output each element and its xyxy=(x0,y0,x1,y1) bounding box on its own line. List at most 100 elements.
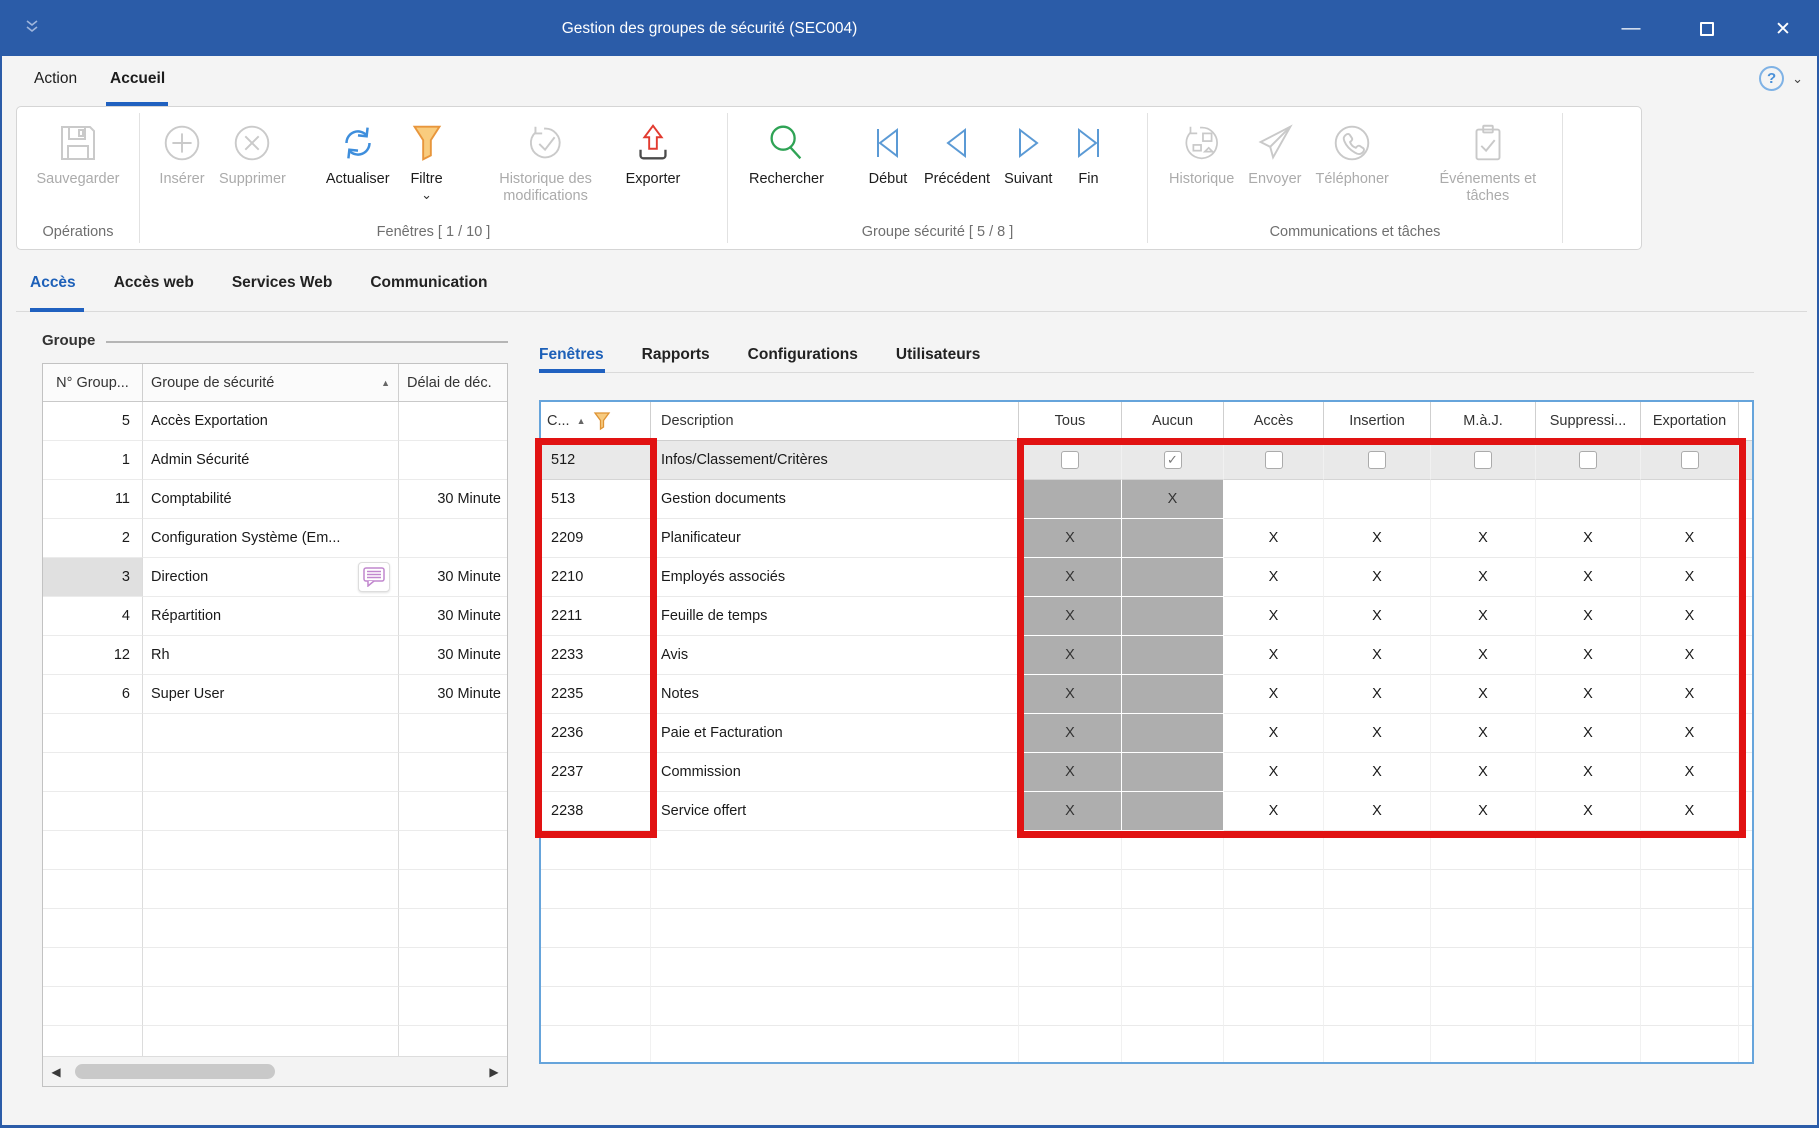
group-delay-cell[interactable] xyxy=(399,402,508,441)
permission-cell-maj[interactable] xyxy=(1431,441,1536,480)
first-record-button[interactable]: Début xyxy=(859,113,917,190)
scroll-right-arrow-icon[interactable]: ▶ xyxy=(481,1065,507,1079)
permission-cell-aucun[interactable]: X xyxy=(1122,480,1224,519)
permission-cell-maj[interactable]: X xyxy=(1431,519,1536,558)
window-description-cell[interactable]: Paie et Facturation xyxy=(651,714,1019,753)
column-header-acces[interactable]: Accès xyxy=(1224,402,1324,440)
permission-cell-exportation[interactable]: X xyxy=(1641,753,1739,792)
window-code-cell[interactable]: 2210 xyxy=(541,558,651,597)
previous-record-button[interactable]: Précédent xyxy=(917,113,997,190)
permission-cell-exportation[interactable] xyxy=(1641,480,1739,519)
permission-cell-exportation[interactable]: X xyxy=(1641,636,1739,675)
permission-cell-acces[interactable]: X xyxy=(1224,714,1324,753)
permission-cell-suppression[interactable]: X xyxy=(1536,558,1641,597)
permission-cell-suppression[interactable]: X xyxy=(1536,792,1641,831)
window-description-cell[interactable]: Gestion documents xyxy=(651,480,1019,519)
permission-cell-suppression[interactable]: X xyxy=(1536,714,1641,753)
permission-cell-tous[interactable] xyxy=(1019,441,1122,480)
group-name-cell[interactable]: Rh xyxy=(143,636,399,675)
permission-cell-tous[interactable]: X xyxy=(1019,519,1122,558)
permission-cell-suppression[interactable]: X xyxy=(1536,675,1641,714)
window-code-cell[interactable]: 2236 xyxy=(541,714,651,753)
permission-cell-maj[interactable]: X xyxy=(1431,714,1536,753)
column-header-group-name[interactable]: Groupe de sécurité ▲ xyxy=(143,364,399,401)
permission-cell-acces[interactable]: X xyxy=(1224,558,1324,597)
ribbon-collapse-chevron-icon[interactable]: ⌄ xyxy=(1792,71,1803,87)
scrollbar-thumb[interactable] xyxy=(75,1064,275,1079)
window-permission-row[interactable]: 2238Service offertXXXXXX xyxy=(541,792,1752,831)
checkbox-unchecked[interactable] xyxy=(1474,451,1492,469)
permission-cell-suppression[interactable]: X xyxy=(1536,753,1641,792)
group-name-cell[interactable]: Répartition xyxy=(143,597,399,636)
permission-cell-insertion[interactable]: X xyxy=(1324,558,1431,597)
help-icon[interactable]: ? xyxy=(1759,66,1784,91)
permission-cell-insertion[interactable]: X xyxy=(1324,519,1431,558)
permission-cell-maj[interactable]: X xyxy=(1431,558,1536,597)
group-delay-cell[interactable]: 30 Minute xyxy=(399,558,508,597)
group-name-cell[interactable]: Direction xyxy=(143,558,399,597)
permission-cell-suppression[interactable] xyxy=(1536,441,1641,480)
permission-cell-insertion[interactable]: X xyxy=(1324,714,1431,753)
search-button[interactable]: Rechercher xyxy=(742,113,831,190)
column-header-exportation[interactable]: Exportation xyxy=(1641,402,1739,440)
window-permission-row[interactable]: 2236Paie et FacturationXXXXXX xyxy=(541,714,1752,753)
window-code-cell[interactable]: 2233 xyxy=(541,636,651,675)
filter-dropdown-chevron-icon[interactable]: ⌄ xyxy=(421,190,432,200)
permission-cell-acces[interactable]: X xyxy=(1224,753,1324,792)
permission-cell-maj[interactable]: X xyxy=(1431,675,1536,714)
column-filter-icon[interactable] xyxy=(592,410,612,432)
column-header-aucun[interactable]: Aucun xyxy=(1122,402,1224,440)
permission-cell-aucun[interactable] xyxy=(1122,636,1224,675)
group-row[interactable]: 5Accès Exportation xyxy=(43,402,507,441)
permission-cell-insertion[interactable] xyxy=(1324,480,1431,519)
permission-cell-exportation[interactable]: X xyxy=(1641,519,1739,558)
scroll-left-arrow-icon[interactable]: ◀ xyxy=(43,1065,69,1079)
permission-cell-maj[interactable]: X xyxy=(1431,792,1536,831)
checkbox-unchecked[interactable] xyxy=(1681,451,1699,469)
window-permission-row[interactable]: 2235NotesXXXXXX xyxy=(541,675,1752,714)
group-name-cell[interactable]: Admin Sécurité xyxy=(143,441,399,480)
refresh-button[interactable]: Actualiser xyxy=(319,113,397,190)
permission-cell-maj[interactable] xyxy=(1431,480,1536,519)
permission-cell-aucun[interactable] xyxy=(1122,675,1224,714)
group-number-cell[interactable]: 3 xyxy=(43,558,143,597)
permission-cell-maj[interactable]: X xyxy=(1431,753,1536,792)
group-row[interactable]: 12Rh30 Minute xyxy=(43,636,507,675)
group-number-cell[interactable]: 1 xyxy=(43,441,143,480)
permission-cell-acces[interactable]: X xyxy=(1224,519,1324,558)
window-code-cell[interactable]: 513 xyxy=(541,480,651,519)
permission-cell-tous[interactable] xyxy=(1019,480,1122,519)
permission-cell-maj[interactable]: X xyxy=(1431,636,1536,675)
permission-cell-acces[interactable] xyxy=(1224,441,1324,480)
permission-cell-acces[interactable]: X xyxy=(1224,792,1324,831)
group-delay-cell[interactable]: 30 Minute xyxy=(399,480,508,519)
next-record-button[interactable]: Suivant xyxy=(997,113,1059,190)
permission-cell-aucun[interactable] xyxy=(1122,714,1224,753)
permission-cell-insertion[interactable]: X xyxy=(1324,792,1431,831)
permission-cell-insertion[interactable]: X xyxy=(1324,597,1431,636)
group-number-cell[interactable]: 4 xyxy=(43,597,143,636)
comment-icon[interactable] xyxy=(358,562,390,592)
permission-cell-tous[interactable]: X xyxy=(1019,792,1122,831)
group-row[interactable]: 3Direction30 Minute xyxy=(43,558,507,597)
group-name-cell[interactable]: Super User xyxy=(143,675,399,714)
column-header-delay[interactable]: Délai de déc. xyxy=(399,364,508,401)
group-row[interactable]: 11Comptabilité30 Minute xyxy=(43,480,507,519)
window-description-cell[interactable]: Feuille de temps xyxy=(651,597,1019,636)
permission-cell-acces[interactable] xyxy=(1224,480,1324,519)
window-permission-row[interactable]: 2210Employés associésXXXXXX xyxy=(541,558,1752,597)
permission-cell-exportation[interactable]: X xyxy=(1641,675,1739,714)
filter-button[interactable]: Filtre ⌄ xyxy=(397,113,457,202)
group-row[interactable]: 4Répartition30 Minute xyxy=(43,597,507,636)
permission-cell-suppression[interactable]: X xyxy=(1536,636,1641,675)
permission-cell-insertion[interactable]: X xyxy=(1324,675,1431,714)
permission-cell-aucun[interactable] xyxy=(1122,558,1224,597)
tab-communication[interactable]: Communication xyxy=(370,274,487,302)
column-header-description[interactable]: Description xyxy=(651,402,1019,440)
permission-cell-tous[interactable]: X xyxy=(1019,636,1122,675)
window-description-cell[interactable]: Employés associés xyxy=(651,558,1019,597)
permission-cell-tous[interactable]: X xyxy=(1019,714,1122,753)
window-description-cell[interactable]: Planificateur xyxy=(651,519,1019,558)
window-code-cell[interactable]: 512 xyxy=(541,441,651,480)
permission-cell-maj[interactable]: X xyxy=(1431,597,1536,636)
